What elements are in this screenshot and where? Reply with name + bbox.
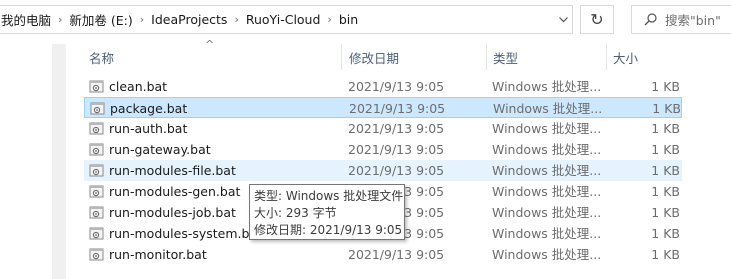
tooltip-date: 修改日期: 2021/9/13 9:05 [254, 223, 403, 237]
file-size: 1 KB [651, 163, 680, 178]
sort-ascending-icon: ^ [205, 38, 215, 51]
column-header-date-label: 修改日期 [349, 50, 400, 66]
batch-file-icon [89, 206, 104, 219]
breadcrumb-ruoyi-cloud[interactable]: RuoYi-Cloud [246, 12, 321, 27]
file-row[interactable]: run-auth.bat 2021/9/13 9:05 Windows 批处理...… [84, 118, 682, 139]
file-size: 1 KB [651, 142, 680, 157]
file-size: 1 KB [651, 184, 680, 199]
search-placeholder: 搜索"bin" [665, 13, 721, 28]
file-date: 2021/9/13 9:05 [348, 247, 445, 262]
file-date: 2021/9/13 9:05 [349, 101, 446, 116]
refresh-button[interactable]: ↻ [580, 5, 614, 34]
file-info-tooltip: 类型: Windows 批处理文件 大小: 293 字节 修改日期: 2021/… [249, 184, 405, 240]
file-type: Windows 批处理... [492, 205, 602, 220]
breadcrumb-bin[interactable]: bin [339, 12, 358, 27]
file-date: 2021/9/13 9:05 [348, 121, 445, 136]
address-toolbar: 我的电脑 › 新加卷 (E:) › IdeaProjects › RuoYi-C… [0, 0, 731, 40]
file-type: Windows 批处理... [492, 121, 602, 136]
batch-file-icon [89, 164, 104, 177]
breadcrumb-this-pc[interactable]: 我的电脑 [1, 10, 51, 29]
file-row[interactable]: run-gateway.bat 2021/9/13 9:05 Windows 批处理… [84, 139, 682, 160]
batch-file-icon [89, 248, 104, 261]
file-type: Windows 批处理... [492, 142, 602, 157]
file-type: Windows 批处理... [492, 79, 602, 94]
batch-file-icon [89, 227, 104, 240]
column-header-type[interactable]: 类型 [493, 44, 518, 70]
breadcrumb-ideaprojects[interactable]: IdeaProjects [151, 12, 227, 27]
file-size: 1 KB [651, 205, 680, 220]
file-name: run-modules-job.bat [109, 205, 236, 220]
batch-file-icon [89, 122, 104, 135]
breadcrumb-separator-icon[interactable]: › [234, 13, 238, 26]
breadcrumb-separator-icon[interactable]: › [140, 13, 144, 26]
batch-file-icon [89, 80, 104, 93]
tooltip-type: 类型: Windows 批处理文件 [254, 189, 404, 203]
column-header-name[interactable]: 名称 [89, 44, 114, 70]
file-size: 1 KB [651, 121, 680, 136]
file-name: run-monitor.bat [109, 247, 207, 262]
address-bar[interactable]: 我的电脑 › 新加卷 (E:) › IdeaProjects › RuoYi-C… [0, 5, 573, 34]
column-divider[interactable] [486, 44, 487, 70]
file-name: package.bat [110, 101, 188, 116]
column-divider[interactable] [606, 44, 607, 70]
file-name: run-modules-file.bat [109, 163, 236, 178]
file-name: run-auth.bat [109, 121, 188, 136]
file-date: 2021/9/13 9:05 [348, 79, 445, 94]
column-header-date[interactable]: 修改日期 [349, 44, 399, 70]
batch-file-icon [89, 185, 104, 198]
breadcrumb-separator-icon[interactable]: › [58, 13, 62, 26]
file-size: 1 KB [651, 79, 680, 94]
file-date: 2021/9/13 9:05 [348, 142, 445, 157]
chevron-down-icon[interactable] [553, 5, 573, 34]
file-size: 1 KB [652, 101, 681, 116]
column-header-name-label: 名称 [89, 50, 115, 66]
file-name: clean.bat [109, 79, 168, 94]
column-divider[interactable] [341, 44, 342, 70]
file-date: 2021/9/13 9:05 [348, 163, 445, 178]
file-type: Windows 批处理... [492, 163, 602, 178]
file-row[interactable]: run-monitor.bat 2021/9/13 9:05 Windows 批处理… [84, 244, 682, 265]
file-name: run-modules-system.bat [109, 226, 263, 241]
refresh-icon: ↻ [590, 10, 604, 29]
column-header-size-label: 大小 [613, 50, 639, 66]
file-type: Windows 批处理... [492, 226, 602, 241]
search-input[interactable]: 搜索"bin" [631, 5, 731, 34]
breadcrumb-drive-e[interactable]: 新加卷 (E:) [69, 10, 132, 29]
navigation-pane-edge [52, 44, 66, 279]
batch-file-icon [90, 102, 105, 115]
batch-file-icon [89, 143, 104, 156]
file-name: run-gateway.bat [109, 142, 211, 157]
breadcrumb-separator-icon[interactable]: › [327, 13, 331, 26]
file-type: Windows 批处理... [492, 184, 602, 199]
file-type: Windows 批处理... [492, 247, 602, 262]
file-row[interactable]: run-modules-file.bat 2021/9/13 9:05 Window… [84, 160, 682, 181]
file-row[interactable]: clean.bat 2021/9/13 9:05 Windows 批处理... 1 K… [84, 76, 682, 97]
file-name: run-modules-gen.bat [109, 184, 241, 199]
column-header-size[interactable]: 大小 [613, 44, 638, 70]
tooltip-size: 大小: 293 字节 [254, 206, 337, 220]
file-size: 1 KB [651, 226, 680, 241]
column-header-type-label: 类型 [493, 50, 519, 66]
file-row[interactable]: package.bat 2021/9/13 9:05 Windows 批处理... 1… [84, 97, 682, 118]
search-icon [644, 13, 657, 26]
file-size: 1 KB [651, 247, 680, 262]
file-type: Windows 批处理... [493, 101, 603, 116]
